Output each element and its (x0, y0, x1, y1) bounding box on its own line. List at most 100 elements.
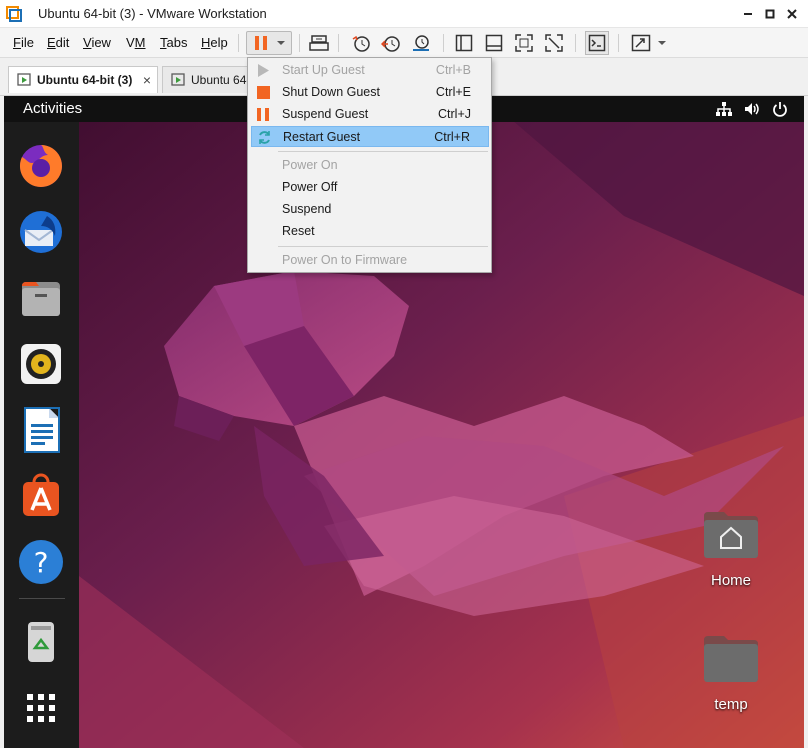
vm-icon (171, 73, 185, 86)
menu-item-label: Shut Down Guest (282, 85, 380, 99)
console-view-button[interactable] (585, 31, 609, 55)
menu-edit-label: dit (55, 35, 70, 50)
terminal-icon (588, 34, 606, 52)
menu-item-shortcut: Ctrl+R (434, 130, 470, 144)
menu-tabs-label: abs (166, 35, 188, 50)
menu-item-power-off[interactable]: Power Off (251, 177, 489, 198)
menu-item-shortcut: Ctrl+B (435, 63, 471, 77)
fullscreen-icon (515, 34, 533, 52)
toolbar-separator (443, 34, 444, 52)
menu-item-suspend-guest[interactable]: Suspend Guest Ctrl+J (251, 104, 489, 125)
menu-help-label: elp (210, 35, 228, 50)
revert-snapshot-button[interactable] (380, 31, 402, 55)
window-title: Ubuntu 64-bit (3) - VMware Workstation (38, 6, 267, 21)
menu-toolbar: File Edit View VM Tabs Help (0, 28, 808, 58)
files-icon[interactable] (17, 274, 65, 322)
menu-item-label: Suspend Guest (282, 107, 369, 121)
menu-help[interactable]: Help (201, 35, 228, 50)
menu-edit[interactable]: Edit (47, 35, 69, 50)
close-icon (787, 9, 797, 19)
bottom-panel-layout-icon (485, 34, 503, 52)
vm-icon (17, 73, 31, 86)
minimize-button[interactable] (738, 4, 758, 24)
menu-file[interactable]: File (13, 35, 34, 50)
menu-edit-accel: E (47, 35, 56, 50)
close-button[interactable] (782, 4, 802, 24)
snapshot-clock-icon (352, 35, 370, 52)
menu-separator (278, 151, 488, 152)
send-ctrl-alt-del-button[interactable] (308, 31, 330, 55)
toolbar-separator (238, 34, 239, 52)
menu-file-label: ile (20, 35, 34, 50)
menu-item-suspend[interactable]: Suspend (251, 199, 489, 220)
menu-view[interactable]: View (83, 35, 111, 50)
show-apps-icon[interactable] (17, 684, 65, 732)
menu-item-reset[interactable]: Reset (251, 221, 489, 242)
stretch-icon (631, 34, 651, 52)
stretch-guest-dropdown-button[interactable] (628, 31, 670, 55)
menu-item-label: Suspend (282, 202, 332, 216)
menu-separator (278, 246, 488, 247)
svg-text:?: ? (34, 546, 49, 579)
vmware-logo-icon (6, 6, 22, 22)
libreoffice-writer-icon[interactable] (17, 406, 65, 454)
menu-item-start-up-guest[interactable]: Start Up Guest Ctrl+B (251, 60, 489, 81)
dock-separator (19, 598, 65, 599)
menu-vm[interactable]: VM (126, 35, 146, 50)
tab-close-icon[interactable]: × (143, 72, 151, 88)
power-pause-dropdown-button[interactable] (246, 31, 292, 55)
home-folder-icon (704, 512, 758, 558)
trash-icon[interactable] (17, 618, 65, 666)
menu-item-shut-down-guest[interactable]: Shut Down Guest Ctrl+E (251, 82, 489, 103)
stop-icon (257, 86, 270, 99)
menu-item-label: Power On to Firmware (282, 253, 408, 267)
menu-vm-accel: M (134, 35, 146, 50)
firefox-icon[interactable] (17, 142, 65, 190)
unity-mode-button[interactable] (543, 31, 565, 55)
keyboard-send-icon (309, 35, 329, 51)
desktop-temp-folder[interactable]: temp (691, 634, 771, 713)
app-center-icon[interactable] (17, 472, 65, 520)
menu-help-accel: H (201, 35, 211, 50)
menu-item-power-on-to-firmware[interactable]: Power On to Firmware (251, 250, 489, 271)
menu-item-shortcut: Ctrl+E (435, 85, 471, 99)
show-library-button[interactable] (453, 31, 475, 55)
power-icon[interactable] (771, 100, 789, 118)
snapshot-manager-icon (413, 35, 429, 51)
pause-icon (255, 36, 267, 50)
menu-item-power-on[interactable]: Power On (251, 155, 489, 176)
network-icon[interactable] (715, 100, 733, 118)
pause-icon (257, 108, 269, 121)
desktop-icon-label: temp (714, 696, 748, 713)
revert-snapshot-icon (381, 36, 400, 52)
rhythmbox-icon[interactable] (17, 340, 65, 388)
menu-item-shortcut: Ctrl+J (438, 107, 471, 121)
activities-button[interactable]: Activities (23, 100, 82, 117)
toolbar-separator (299, 34, 300, 52)
menu-item-restart-guest[interactable]: Restart Guest Ctrl+R (251, 126, 489, 147)
chevron-down-icon (277, 41, 285, 45)
menu-item-label: Start Up Guest (282, 63, 365, 77)
take-snapshot-button[interactable] (350, 31, 372, 55)
toolbar-separator (618, 34, 619, 52)
toolbar-separator (338, 34, 339, 52)
tab-label: Ubuntu 64-bit (3) (37, 73, 133, 87)
menu-item-label: Power On (282, 158, 338, 172)
folder-icon (704, 636, 758, 682)
menu-tabs[interactable]: Tabs (160, 35, 187, 50)
maximize-button[interactable] (760, 4, 780, 24)
snapshot-manager-button[interactable] (410, 31, 432, 55)
thunderbird-icon[interactable] (17, 208, 65, 256)
help-icon[interactable]: ? (17, 538, 65, 586)
volume-icon[interactable] (743, 100, 761, 118)
ubuntu-dock: ? (4, 122, 79, 748)
full-screen-button[interactable] (513, 31, 535, 55)
sidebar-layout-icon (455, 34, 473, 52)
tab-ubuntu-64-bit-3[interactable]: Ubuntu 64-bit (3) × (8, 66, 158, 93)
menu-item-label: Reset (282, 224, 315, 238)
show-thumbnail-bar-button[interactable] (483, 31, 505, 55)
desktop-home-folder[interactable]: Home (691, 510, 771, 589)
menu-item-label: Power Off (282, 180, 338, 194)
power-dropdown-menu: Start Up Guest Ctrl+B Shut Down Guest Ct… (247, 57, 492, 273)
menu-item-label: Restart Guest (283, 130, 361, 144)
